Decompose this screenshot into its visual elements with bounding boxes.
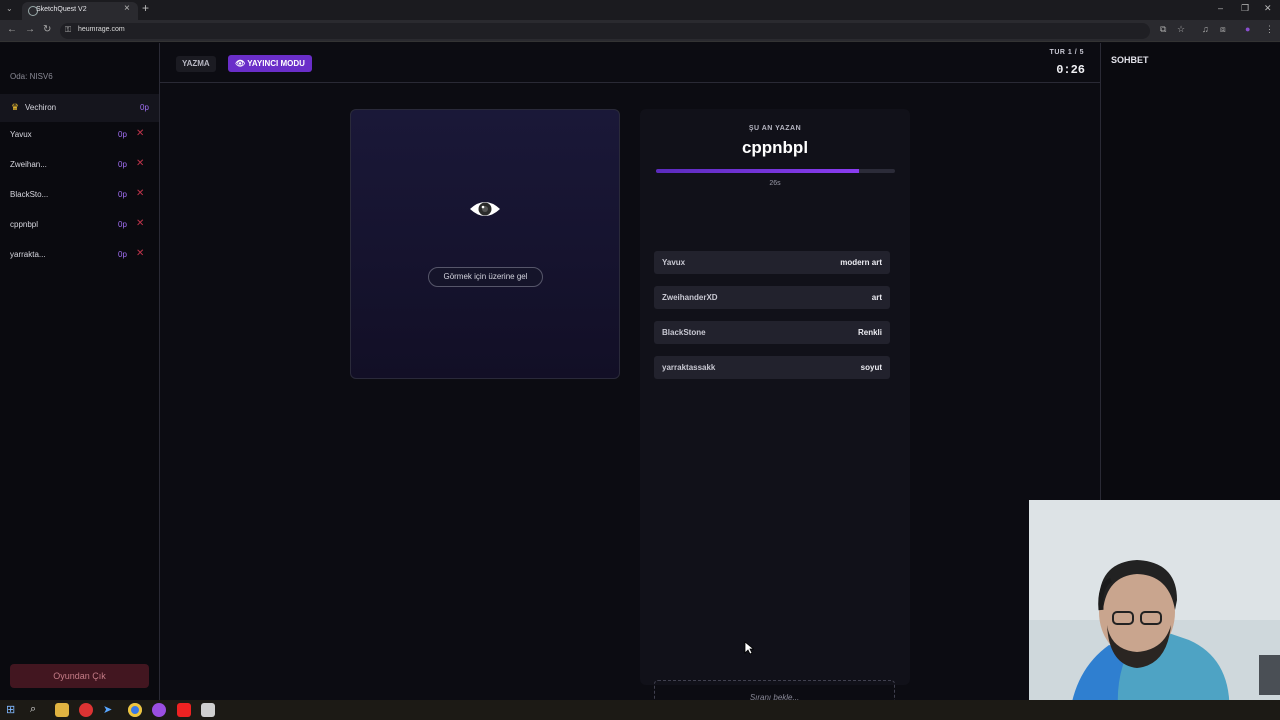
answer-word: art [871, 293, 882, 302]
kick-player-icon[interactable]: ✕ [136, 248, 144, 259]
extensions-icon[interactable]: ⧈ [1220, 24, 1226, 35]
webcam-person-image [1029, 500, 1280, 720]
player-name: Vechiron [25, 103, 57, 112]
answer-row: ZweihanderXD art [654, 286, 890, 309]
kick-player-icon[interactable]: ✕ [136, 128, 144, 139]
room-code: Oda: NISV6 [10, 72, 53, 81]
app-gray-icon[interactable] [201, 703, 215, 717]
round-timer: 0:26 [1056, 63, 1085, 77]
player-name: Yavux [10, 130, 32, 139]
answer-word: modern art [840, 258, 882, 267]
close-tab-icon[interactable]: × [124, 3, 130, 14]
webcam-overlay [1029, 500, 1280, 720]
browser-tab-bar: ⌄ SketchQuest V2 × + – ❐ ✕ [0, 0, 1280, 20]
kick-player-icon[interactable]: ✕ [136, 188, 144, 199]
back-icon[interactable]: ← [7, 24, 17, 35]
leave-game-button[interactable]: Oyundan Çık [10, 664, 149, 688]
player-row-host: ♛ Vechiron 0p [0, 94, 159, 122]
player-points: 0p [118, 220, 127, 229]
answer-row: Yavux modern art [654, 251, 890, 274]
restore-icon[interactable]: ❐ [1241, 3, 1249, 14]
player-row: Yavux 0p ✕ [0, 121, 159, 149]
profile-avatar-icon[interactable]: ● [1245, 24, 1250, 34]
player-points: 0p [118, 130, 127, 139]
address-bar: ← → ↻ ⚿ heumrage.com ⧉ ☆ ♫ ⧈ ● ⋮ [0, 20, 1280, 42]
answer-row: yarraktassakk soyut [654, 356, 890, 379]
answer-row: BlackStone Renkli [654, 321, 890, 344]
translate-icon[interactable]: ⧉ [1160, 24, 1166, 35]
answer-player: ZweihanderXD [662, 293, 718, 302]
tab-title: SketchQuest V2 [36, 6, 87, 13]
hidden-drawing-card[interactable]: Görmek için üzerine gel [350, 109, 620, 379]
player-row: BlackSto... 0p ✕ [0, 181, 159, 209]
time-progress-fill [656, 169, 860, 173]
chrome-icon[interactable] [128, 703, 142, 717]
game-header: YAZMA 👁 YAYINCI MODU TUR 1 / 5 0:26 [160, 43, 1100, 83]
player-name: yarrakta... [10, 250, 46, 259]
new-tab-icon[interactable]: + [142, 1, 149, 15]
eye-icon: 👁 [235, 59, 246, 68]
seconds-left: 26s [769, 180, 781, 187]
time-progress-bar [656, 169, 895, 173]
media-icon[interactable]: ♫ [1202, 24, 1209, 34]
player-row: Zweihan... 0p ✕ [0, 151, 159, 179]
search-icon[interactable]: ⌕ [30, 703, 44, 717]
app-red-icon[interactable] [79, 703, 93, 717]
hover-to-reveal-button[interactable]: Görmek için üzerine gel [428, 267, 543, 287]
tab-streamer-mode[interactable]: 👁 YAYINCI MODU [228, 55, 312, 72]
bookmark-star-icon[interactable]: ☆ [1177, 24, 1185, 35]
player-name: BlackSto... [10, 190, 49, 199]
tab-streamer-label: YAYINCI MODU [247, 59, 305, 68]
mouse-cursor-icon [744, 641, 754, 655]
url-field[interactable]: ⚿ heumrage.com [60, 23, 1150, 39]
app-purple-icon[interactable] [152, 703, 166, 717]
site-info-icon[interactable]: ⚿ [65, 25, 71, 35]
crown-icon: ♛ [11, 102, 20, 112]
kick-player-icon[interactable]: ✕ [136, 218, 144, 229]
player-name: cppnbpl [10, 220, 39, 229]
answer-player: BlackStone [662, 328, 706, 337]
eye-icon [470, 202, 500, 216]
writing-panel: ŞU AN YAZAN cppnbpl 26s Yavux modern art… [640, 109, 910, 713]
tab-yazma[interactable]: YAZMA [176, 56, 216, 72]
reload-icon[interactable]: ↻ [43, 24, 51, 35]
player-name: Zweihan... [10, 160, 47, 169]
minimize-icon[interactable]: – [1218, 3, 1223, 13]
player-row: yarrakta... 0p ✕ [0, 241, 159, 269]
start-windows-icon[interactable]: ⊞ [6, 703, 20, 717]
player-points: 0p [118, 190, 127, 199]
forward-icon[interactable]: → [25, 24, 35, 35]
player-points: 0p [140, 103, 149, 112]
url-text: heumrage.com [78, 26, 125, 33]
player-row: cppnbpl 0p ✕ [0, 211, 159, 239]
answer-player: yarraktassakk [662, 363, 716, 372]
round-indicator: TUR 1 / 5 [1049, 49, 1084, 56]
browser-tab[interactable]: SketchQuest V2 × [22, 2, 138, 20]
answer-word: soyut [860, 363, 882, 372]
player-points: 0p [118, 250, 127, 259]
player-points: 0p [118, 160, 127, 169]
menu-kebab-icon[interactable]: ⋮ [1265, 24, 1274, 35]
file-explorer-icon[interactable] [55, 703, 69, 717]
os-taskbar: ⊞ ⌕ ➤ [0, 700, 1280, 720]
kick-player-icon[interactable]: ✕ [136, 158, 144, 169]
answer-player: Yavux [662, 258, 686, 267]
current-writer-label: ŞU AN YAZAN [748, 125, 802, 132]
answer-word: Renkli [857, 328, 882, 337]
players-sidebar: Oda: NISV6 ♛ Vechiron 0p Yavux 0p ✕ Zwei… [0, 43, 160, 700]
app-record-icon[interactable] [177, 703, 191, 717]
chat-title: SOHBET [1111, 55, 1149, 65]
telegram-icon[interactable]: ➤ [103, 703, 117, 717]
tab-list-icon[interactable]: ⌄ [6, 4, 13, 13]
current-writer-name: cppnbpl [741, 138, 809, 157]
close-window-icon[interactable]: ✕ [1264, 3, 1272, 14]
